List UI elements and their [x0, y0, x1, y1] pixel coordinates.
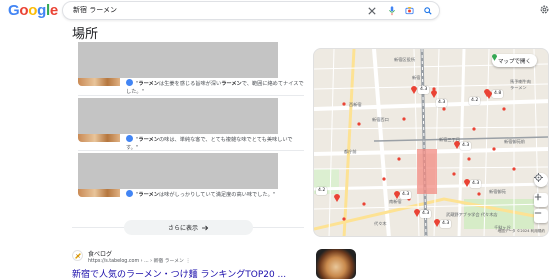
map-pin-icon — [492, 54, 497, 61]
ramen-thumbnail[interactable] — [78, 78, 120, 86]
result-title-link[interactable]: 新宿で人気のラーメン・つけ麺 ランキングTOP20 ... — [72, 267, 286, 279]
rating-label: 4.3 — [436, 99, 448, 107]
more-options-icon[interactable]: ⋮ — [186, 259, 191, 264]
rating-label: 4.2 — [316, 187, 328, 195]
map-label: 新宿区役所 — [394, 57, 415, 62]
redacted-result-header — [78, 98, 278, 134]
rating-label: 4.2 — [469, 97, 481, 105]
rating-label: 4.3 — [418, 86, 430, 94]
restaurant-pin-icon[interactable] — [431, 90, 437, 98]
section-title: 場所 — [72, 27, 99, 42]
settings-gear-icon[interactable] — [538, 3, 551, 16]
user-avatar-icon — [126, 79, 133, 86]
map-label: 新宿 — [412, 75, 421, 80]
restaurant-pin-icon[interactable] — [334, 194, 340, 202]
search-icon[interactable] — [421, 4, 434, 17]
map-label: 新宿御苑 — [489, 189, 506, 194]
review-highlight: ラーメン — [138, 137, 159, 143]
map-label: 武蔵野アブラ学会 代々木店 — [446, 212, 498, 217]
my-location-icon[interactable] — [534, 173, 548, 187]
divider — [78, 150, 304, 151]
review-text: は生姜を感じる旨味が深い — [158, 81, 222, 87]
clear-icon[interactable] — [365, 4, 378, 17]
header: Google 新宿 ラーメン — [0, 0, 555, 22]
logo-letter: o — [28, 2, 38, 19]
map-label: 新宿御苑前 — [504, 139, 525, 144]
map-label: 都庁前 — [344, 149, 357, 154]
ramen-thumbnail[interactable] — [78, 189, 120, 197]
review-highlight: ラーメン — [138, 192, 159, 198]
rating-label: 4.3 — [400, 191, 412, 199]
logo-letter: o — [19, 2, 29, 19]
logo-letter: G — [8, 2, 20, 19]
map-label: 南新宿 — [389, 199, 402, 204]
review-snippet: "ラーメンは生姜を感じる旨味が深いラーメンで、範囲に絡めてナイスでした。" — [126, 79, 304, 96]
user-avatar-icon — [126, 135, 133, 142]
local-result[interactable]: "ラーメンは味がしっかりしていて満足度の高い味でした。" — [78, 153, 304, 198]
logo-letter: g — [37, 2, 46, 19]
zoom-out-button[interactable] — [534, 209, 548, 223]
search-box[interactable]: 新宿 ラーメン — [62, 1, 440, 20]
ramen-thumbnail[interactable] — [78, 134, 120, 142]
map-label: 代々木 — [374, 221, 387, 226]
rating-label: 4.3 — [440, 220, 452, 228]
review-text: は味がしっかりしていて満足度の高い味でした。" — [158, 192, 276, 198]
site-url-text: https://s.tabelog.com › ... › 新宿 ラーメン — [88, 259, 184, 264]
open-in-maps-label: マップで開く — [498, 58, 532, 65]
map-attribution[interactable]: 地図データ ©2024 利用規約 — [498, 229, 545, 234]
tabelog-favicon[interactable] — [72, 250, 83, 261]
site-url[interactable]: https://s.tabelog.com › ... › 新宿 ラーメン ⋮ — [88, 257, 191, 264]
arrow-right-icon — [202, 225, 209, 230]
camera-search-icon[interactable] — [403, 4, 416, 17]
rating-label: 4.3 — [460, 142, 472, 150]
open-in-maps-button[interactable]: マップで開く — [492, 54, 538, 67]
local-result[interactable]: "ラーメンは生姜を感じる旨味が深いラーメンで、範囲に絡めてナイスでした。" — [78, 42, 304, 95]
result-thumbnail[interactable] — [316, 249, 356, 279]
map-label: 新宿西口 — [372, 117, 389, 122]
more-results-button[interactable]: さらに表示 — [124, 220, 253, 235]
redacted-result-header — [78, 42, 278, 78]
user-avatar-icon — [126, 190, 133, 197]
rating-label: 4.3 — [470, 180, 482, 188]
logo-letter: e — [49, 2, 58, 19]
review-highlight: ラーメン — [138, 81, 159, 87]
map-label: 西新宿 — [349, 102, 362, 107]
voice-search-icon[interactable] — [385, 4, 398, 17]
local-result[interactable]: "ラーメンの味は、単純な客で、とても複雑な味でとても美味しいです。" — [78, 98, 304, 151]
rating-label: 4.8 — [492, 90, 504, 98]
map-panel[interactable]: 新宿区役所 新宿 西新宿 新宿西口 新宿三丁目 馬予喇牛肉 ラーメン 新宿御苑前… — [313, 48, 549, 237]
restaurant-pin-icon[interactable] — [411, 86, 417, 94]
rating-label: 4.3 — [420, 210, 432, 218]
divider — [78, 95, 304, 96]
map-label: ラーメン — [510, 85, 527, 90]
zoom-in-button[interactable] — [534, 193, 548, 207]
google-logo[interactable]: Google — [8, 2, 58, 20]
more-results-label: さらに表示 — [167, 225, 198, 232]
review-snippet: "ラーメンは味がしっかりしていて満足度の高い味でした。" — [126, 190, 304, 199]
redacted-result-header — [78, 153, 278, 189]
review-highlight: ラーメン — [221, 81, 242, 87]
search-input[interactable]: 新宿 ラーメン — [73, 5, 117, 15]
